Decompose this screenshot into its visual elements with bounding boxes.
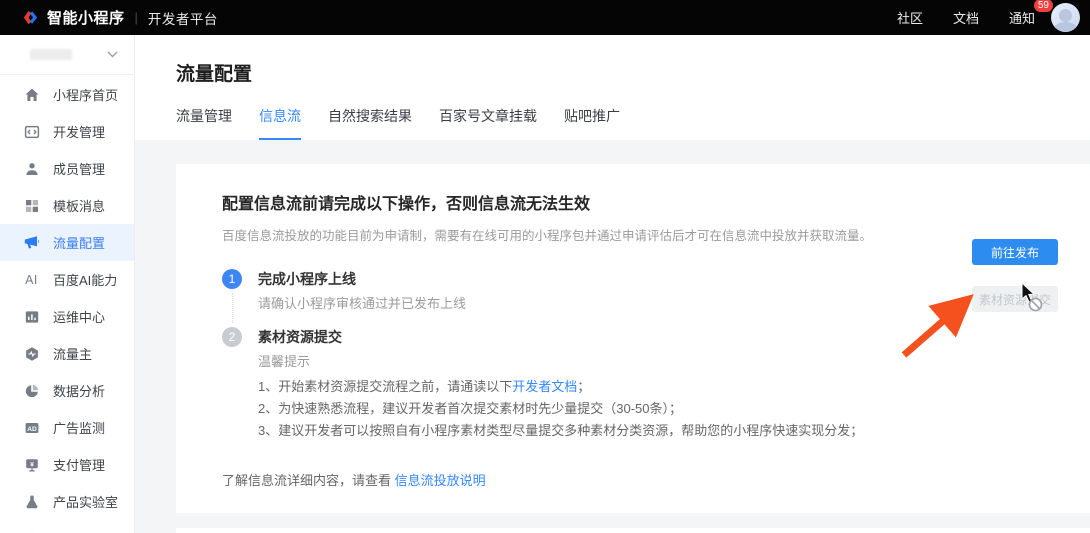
sidebar-item-label: 运维中心 [53, 307, 105, 326]
feed-guide-link[interactable]: 信息流投放说明 [395, 473, 486, 488]
setup-card-subtitle: 百度信息流投放的功能目前为申请制，需要有在线可用的小程序包并通过申请评估后才可在… [222, 225, 960, 244]
code-icon [23, 123, 40, 140]
footer-text: 了解信息流详细内容，请查看 [222, 473, 395, 488]
sidebar-item-label: 模板消息 [53, 196, 105, 215]
content: 配置信息流前请完成以下操作，否则信息流无法生效 百度信息流投放的功能目前为申请制… [135, 140, 1090, 533]
member-icon [23, 160, 40, 177]
traffic-hexagon-icon [23, 345, 40, 362]
ops-chart-icon [23, 308, 40, 325]
tab-1[interactable]: 信息流 [259, 106, 301, 140]
smart-miniprogram-logo-icon [22, 9, 39, 26]
overview-card: 信息流投放概述 智能小程序为开发者提供对接百度生态的能力，为智能小程序导入百度信… [176, 528, 1090, 533]
avatar[interactable] [1051, 3, 1080, 32]
step-1-title: 完成小程序上线 [258, 269, 960, 289]
sidebar-item-11[interactable]: 产品实验室 [0, 483, 134, 520]
app-selector[interactable] [0, 35, 134, 75]
megaphone-icon [23, 234, 40, 251]
pie-chart-icon [23, 382, 40, 399]
sidebar-item-label: 成员管理 [53, 159, 105, 178]
sidebar-item-3[interactable]: 模板消息 [0, 187, 134, 224]
card-footer: 了解信息流详细内容，请查看 信息流投放说明 [222, 470, 960, 489]
sidebar-item-12[interactable]: 设置 [0, 520, 134, 533]
sidebar-item-2[interactable]: 成员管理 [0, 150, 134, 187]
sidebar-item-label: 流量主 [53, 344, 92, 363]
step-1: 1 完成小程序上线 请确认小程序审核通过并已发布上线 [222, 269, 960, 327]
tab-4[interactable]: 贴吧推广 [564, 106, 620, 140]
sidebar-item-label: 小程序首页 [53, 85, 118, 104]
topbar-link-1[interactable]: 文档 [953, 8, 979, 27]
sidebar-item-5[interactable]: AI 百度AI能力 [0, 261, 134, 298]
sidebar-item-8[interactable]: 数据分析 [0, 372, 134, 409]
tab-0[interactable]: 流量管理 [176, 106, 232, 140]
sidebar-item-label: 广告监测 [53, 418, 105, 437]
developer-docs-link[interactable]: 开发者文档 [512, 379, 577, 394]
topbar-link-0[interactable]: 社区 [897, 8, 923, 27]
sidebar-item-label: 支付管理 [53, 455, 105, 474]
main: 流量配置 流量管理信息流自然搜索结果百家号文章挂载贴吧推广 配置信息流前请完成以… [135, 35, 1090, 533]
sidebar-item-label: 流量配置 [53, 233, 105, 252]
chevron-down-icon [107, 51, 118, 58]
topbar-link-2[interactable]: 通知59 [1009, 8, 1035, 27]
page-head: 流量配置 流量管理信息流自然搜索结果百家号文章挂载贴吧推广 [135, 35, 1090, 140]
tip-0: 1、开始素材资源提交流程之前，请通读以下开发者文档； [258, 376, 960, 398]
ad-icon: AD [23, 419, 40, 436]
sidebar-item-label: 开发管理 [53, 122, 105, 141]
tab-2[interactable]: 自然搜索结果 [328, 106, 412, 140]
step-2-desc: 温馨提示 [258, 353, 960, 371]
flask-icon [23, 493, 40, 510]
tab-bar: 流量管理信息流自然搜索结果百家号文章挂载贴吧推广 [176, 106, 1090, 140]
ai-icon: AI [23, 271, 40, 288]
step-connector [232, 293, 233, 323]
template-icon [23, 197, 40, 214]
sidebar-item-10[interactable]: ¥ 支付管理 [0, 446, 134, 483]
tip-2: 3、建议开发者可以按照自有小程序素材类型尽量提交多种素材分类资源，帮助您的小程序… [258, 420, 960, 442]
svg-text:AD: AD [27, 425, 37, 432]
app-name-redacted [30, 49, 72, 60]
go-publish-button[interactable]: 前往发布 [972, 239, 1058, 265]
step-2-badge: 2 [222, 327, 242, 347]
step-1-badge: 1 [222, 269, 242, 289]
svg-text:¥: ¥ [30, 461, 34, 468]
sidebar-item-4[interactable]: 流量配置 [0, 224, 134, 261]
sidebar-item-label: 设置 [53, 529, 79, 533]
material-submit-button[interactable]: 素材资源提交 [972, 286, 1058, 312]
sidebar-item-0[interactable]: 小程序首页 [0, 76, 134, 113]
sidebar-item-label: 数据分析 [53, 381, 105, 400]
sidebar-menu: 小程序首页开发管理成员管理模板消息流量配置 AI 百度AI能力运维中心流量主数据分析… [0, 75, 134, 533]
platform-name: 开发者平台 [148, 8, 218, 28]
tab-3[interactable]: 百家号文章挂载 [439, 106, 537, 140]
topbar: 智能小程序 | 开发者平台 社区 文档 通知59 [0, 0, 1090, 35]
sidebar-item-label: 百度AI能力 [53, 270, 117, 289]
brand[interactable]: 智能小程序 [22, 7, 125, 28]
notification-badge: 59 [1034, 0, 1053, 12]
sidebar-item-6[interactable]: 运维中心 [0, 298, 134, 335]
sidebar-item-label: 产品实验室 [53, 492, 118, 511]
payment-icon: ¥ [23, 456, 40, 473]
sidebar: 小程序首页开发管理成员管理模板消息流量配置 AI 百度AI能力运维中心流量主数据分析… [0, 35, 135, 533]
sidebar-item-7[interactable]: 流量主 [0, 335, 134, 372]
sidebar-item-9[interactable]: AD 广告监测 [0, 409, 134, 446]
tip-1: 2、为快速熟悉流程，建议开发者首次提交素材时先少量提交（30-50条）； [258, 398, 960, 420]
sidebar-item-1[interactable]: 开发管理 [0, 113, 134, 150]
tips-list: 1、开始素材资源提交流程之前，请通读以下开发者文档；2、为快速熟悉流程，建议开发… [258, 376, 960, 442]
page-title: 流量配置 [176, 59, 1090, 86]
step-2-title: 素材资源提交 [258, 327, 960, 347]
step-2: 2 素材资源提交 温馨提示 1、开始素材资源提交流程之前，请通读以下开发者文档；… [222, 327, 960, 456]
setup-card-title: 配置信息流前请完成以下操作，否则信息流无法生效 [222, 190, 960, 214]
brand-divider: | [135, 10, 138, 25]
setup-card: 配置信息流前请完成以下操作，否则信息流无法生效 百度信息流投放的功能目前为申请制… [176, 164, 1090, 513]
step-1-desc: 请确认小程序审核通过并已发布上线 [258, 295, 960, 313]
home-icon [23, 86, 40, 103]
topbar-links: 社区 文档 通知59 [897, 8, 1035, 27]
brand-name: 智能小程序 [47, 7, 125, 28]
